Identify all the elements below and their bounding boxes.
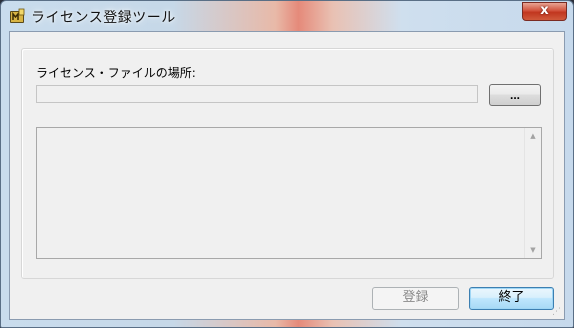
browse-button[interactable]: ... xyxy=(489,84,541,106)
license-tool-window: ライセンス登録ツール x ライセンス・ファイルの場所: ... ▲ ▼ 登録 終… xyxy=(0,0,574,328)
log-output-area[interactable]: ▲ ▼ xyxy=(36,127,542,259)
scroll-down-icon[interactable]: ▼ xyxy=(525,242,541,258)
window-title: ライセンス登録ツール xyxy=(31,10,176,26)
app-icon xyxy=(9,8,25,24)
close-icon: x xyxy=(540,3,549,18)
log-scrollbar[interactable]: ▲ ▼ xyxy=(524,128,541,258)
dialog-client-area: ライセンス・ファイルの場所: ... ▲ ▼ 登録 終了 ⋰ xyxy=(9,31,565,320)
exit-button[interactable]: 終了 xyxy=(469,287,554,310)
file-location-label: ライセンス・ファイルの場所: xyxy=(36,66,196,80)
license-file-path-input[interactable] xyxy=(36,85,478,103)
title-bar[interactable]: ライセンス登録ツール x xyxy=(1,1,573,31)
license-group-panel: ライセンス・ファイルの場所: ... ▲ ▼ xyxy=(21,48,554,279)
scroll-up-icon[interactable]: ▲ xyxy=(525,128,541,144)
resize-grip-icon[interactable]: ⋰ xyxy=(552,307,562,317)
close-button[interactable]: x xyxy=(522,2,567,21)
register-button[interactable]: 登録 xyxy=(372,287,459,310)
